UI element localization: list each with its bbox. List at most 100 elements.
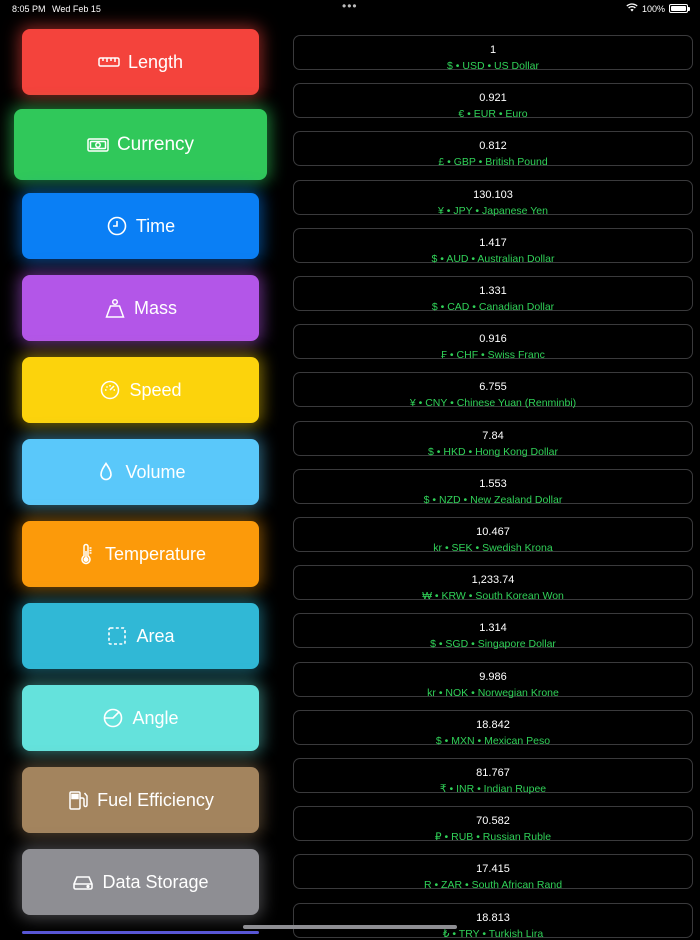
category-area[interactable]: Area (22, 603, 259, 669)
battery-icon (669, 4, 690, 13)
currency-name: Canadian Dollar (478, 301, 555, 313)
rate-value: 1 (489, 44, 497, 56)
rate-value: 10.467 (476, 526, 510, 538)
currency-name: Norwegian Krone (477, 686, 559, 699)
currency-name: Hong Kong Dollar (475, 445, 558, 458)
rate-row-inr[interactable]: 81.767 ₹ • INR • Indian Rupee (293, 758, 693, 795)
rate-currency-info: ₩ • KRW • South Korean Won (294, 590, 692, 602)
rate-value: 0.921 (479, 92, 507, 105)
separator: • (472, 204, 482, 217)
rate-currency-info: kr • NOK • Norwegian Krone (294, 687, 692, 699)
rate-row-mxn[interactable]: 18.842 $ • MXN • Mexican Peso (293, 709, 693, 747)
status-indicators: 100% (626, 3, 690, 14)
currency-code: GBP (453, 156, 476, 169)
rate-row-usd[interactable]: 1 $ • USD • US Dollar (293, 35, 693, 72)
separator: • (484, 60, 495, 72)
category-fuel-efficiency[interactable]: Fuel Efficiency (22, 767, 259, 833)
rate-row-cad[interactable]: 1.331 $ • CAD • Canadian Dollar (293, 276, 693, 313)
separator: • (464, 108, 474, 121)
currency-code: SGD (445, 638, 469, 651)
separator: • (469, 301, 479, 313)
separator: • (473, 831, 483, 844)
drop-icon (95, 461, 117, 483)
currency-code: CHF (456, 349, 479, 362)
wifi-icon (626, 3, 638, 14)
currency-code: ZAR (441, 879, 463, 892)
rate-row-sgd[interactable]: 1.314 $ • SGD • Singapore Dollar (293, 613, 693, 650)
rate-currency-info: $ • HKD • Hong Kong Dollar (294, 446, 692, 458)
speedometer-icon (99, 379, 121, 401)
category-label: Fuel Efficiency (97, 789, 214, 810)
rate-row-nok[interactable]: 9.986 kr • NOK • Norwegian Krone (293, 661, 693, 699)
category-length[interactable]: Length (22, 29, 259, 95)
separator: • (442, 542, 452, 554)
rate-row-nzd[interactable]: 1.553 $ • NZD • New Zealand Dollar (293, 468, 693, 506)
category-label: Length (127, 51, 184, 72)
separator: • (432, 590, 442, 603)
category-speed[interactable]: Speed (22, 357, 259, 423)
separator: • (437, 252, 447, 265)
rate-row-hkd[interactable]: 7.84 $ • HKD • Hong Kong Dollar (293, 420, 693, 458)
separator: • (429, 493, 440, 506)
currency-code: USD (462, 60, 485, 72)
rate-row-rub[interactable]: 70.582 ₽ • RUB • Russian Ruble (293, 806, 693, 844)
rate-currency-info: $ • CAD • Canadian Dollar (294, 301, 692, 313)
category-volume[interactable]: Volume (22, 439, 259, 505)
rate-row-try[interactable]: 18.813 ₺ • TRY • Turkish Lira (293, 902, 693, 940)
rate-currency-info: ¥ • CNY • Chinese Yuan (Renminbi) (294, 397, 692, 409)
rate-value: 81.767 (476, 767, 510, 779)
banknote-icon (87, 134, 109, 156)
category-label: Time (135, 215, 176, 236)
rate-row-zar[interactable]: 17.415 R • ZAR • South African Rand (293, 854, 693, 892)
rate-row-krw[interactable]: 1,233.74 ₩ • KRW • South Korean Won (293, 565, 693, 602)
separator: • (435, 638, 446, 651)
category-label: Currency (116, 133, 195, 155)
dashed-square-icon (106, 625, 128, 647)
rate-currency-info: ¥ • JPY • Japanese Yen (294, 205, 692, 217)
category-time[interactable]: Time (22, 193, 259, 259)
currency-code: EUR (473, 108, 496, 121)
fuel-pump-icon (67, 789, 89, 811)
separator: • (444, 156, 454, 169)
rate-row-cny[interactable]: 6.755 ¥ • CNY • Chinese Yuan (Renminbi) (293, 372, 693, 409)
category-mass[interactable]: Mass (22, 275, 259, 341)
rate-row-eur[interactable]: 0.921 € • EUR • Euro (293, 83, 693, 121)
currency-code: HKD (443, 445, 466, 458)
currency-symbol: ₹ (439, 783, 447, 795)
multitasking-dots[interactable]: ••• (342, 0, 358, 13)
rate-value: 9.986 (479, 670, 507, 683)
angle-circle-icon (102, 707, 124, 729)
separator: • (468, 638, 478, 651)
rate-row-gbp[interactable]: 0.812 £ • GBP • British Pound (293, 131, 693, 169)
category-currency[interactable]: Currency (14, 109, 267, 180)
separator: • (452, 60, 463, 72)
rate-row-chf[interactable]: 0.916 ₣ • CHF • Swiss Franc (293, 324, 693, 362)
rate-value: 1.417 (479, 236, 507, 249)
category-label: Data Storage (102, 871, 209, 892)
rate-value: 1.553 (479, 477, 507, 490)
category-label: Temperature (104, 543, 207, 564)
separator: • (465, 445, 476, 458)
rate-row-jpy[interactable]: 130.103 ¥ • JPY • Japanese Yen (293, 179, 693, 217)
currency-code: AUD (446, 252, 469, 265)
rate-row-sek[interactable]: 10.467 kr • SEK • Swedish Krona (293, 517, 693, 554)
rate-value: 1.314 (479, 622, 507, 635)
category-temperature[interactable]: Temperature (22, 521, 259, 587)
rate-row-aud[interactable]: 1.417 $ • AUD • Australian Dollar (293, 227, 693, 265)
separator: • (435, 686, 446, 699)
currency-name: Japanese Yen (481, 204, 548, 217)
rate-currency-info: $ • SGD • Singapore Dollar (294, 638, 692, 650)
rate-value: 70.582 (476, 815, 510, 828)
category-data-storage[interactable]: Data Storage (22, 849, 259, 915)
rate-currency-info: $ • USD • US Dollar (294, 60, 692, 72)
currency-symbol: kr (427, 686, 436, 699)
currency-name: Swiss Franc (487, 349, 545, 362)
currency-name: Euro (505, 108, 528, 121)
currency-name: New Zealand Dollar (470, 493, 563, 506)
category-angle[interactable]: Angle (22, 685, 259, 751)
currency-code: CAD (447, 301, 470, 313)
hard-drive-icon (72, 871, 94, 893)
separator: • (441, 831, 452, 844)
currency-code: MXN (451, 734, 475, 747)
currency-name: Singapore Dollar (477, 638, 556, 651)
